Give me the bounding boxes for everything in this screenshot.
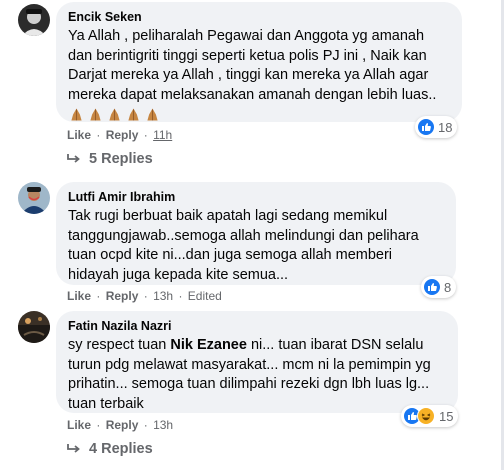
reply-arrow-icon — [67, 444, 80, 453]
comment-timestamp[interactable]: 13h — [153, 418, 173, 432]
comment-actions: Like · Reply · 13h · Edited — [67, 289, 222, 303]
comment-actions: Like · Reply · 11h — [67, 128, 173, 142]
reply-button[interactable]: Reply — [106, 128, 139, 142]
comment-author[interactable]: Lutfi Amir Ibrahim — [68, 189, 444, 205]
reply-arrow-icon — [67, 154, 80, 163]
mention-link[interactable]: Nik Ezanee — [170, 337, 247, 353]
avatar[interactable] — [18, 311, 50, 343]
haha-icon — [417, 407, 435, 425]
comment-timestamp[interactable]: 13h — [153, 289, 173, 303]
like-button[interactable]: Like — [67, 128, 91, 142]
comment-bubble: Encik Seken Ya Allah , peliharalah Pegaw… — [56, 2, 462, 122]
folded-hands-icon — [147, 108, 158, 121]
comment-timestamp[interactable]: 11h — [153, 128, 172, 142]
comment-actions: Like · Reply · 13h — [67, 418, 174, 432]
reaction-count: 18 — [438, 119, 453, 135]
like-icon — [424, 279, 440, 295]
view-replies-button[interactable]: 5 Replies — [67, 150, 153, 168]
reaction-count: 15 — [439, 408, 454, 424]
like-button[interactable]: Like — [67, 289, 91, 303]
comment-author[interactable]: Fatin Nazila Nazri — [68, 318, 446, 334]
comment-bubble: Lutfi Amir Ibrahim Tak rugi berbuat baik… — [56, 182, 456, 285]
folded-hands-icon — [128, 108, 139, 121]
avatar[interactable] — [18, 182, 50, 214]
comment-text: Ya Allah , peliharalah Pegawai dan Anggo… — [68, 27, 450, 125]
replies-label: 5 Replies — [89, 151, 153, 167]
edited-label[interactable]: Edited — [188, 289, 222, 303]
replies-label: 4 Replies — [89, 441, 153, 457]
reaction-summary[interactable]: 15 — [401, 405, 459, 427]
folded-hands-emoji-row — [68, 106, 161, 123]
view-replies-button[interactable]: 4 Replies — [67, 440, 153, 458]
reply-button[interactable]: Reply — [106, 289, 139, 303]
reaction-summary[interactable]: 18 — [415, 116, 458, 138]
like-button[interactable]: Like — [67, 418, 91, 432]
reaction-summary[interactable]: 8 — [421, 276, 457, 298]
reply-button[interactable]: Reply — [106, 418, 139, 432]
folded-hands-icon — [90, 108, 101, 121]
comment-author[interactable]: Encik Seken — [68, 9, 450, 25]
folded-hands-icon — [109, 108, 120, 121]
comment-text: sy respect tuan Nik Ezanee ni... tuan ib… — [68, 337, 431, 412]
avatar[interactable] — [18, 4, 50, 36]
comment-bubble: Fatin Nazila Nazri sy respect tuan Nik E… — [56, 311, 458, 413]
reaction-count: 8 — [444, 279, 452, 295]
like-icon — [418, 119, 434, 135]
comment-text: Tak rugi berbuat baik apatah lagi sedang… — [68, 208, 419, 283]
folded-hands-icon — [71, 108, 82, 121]
